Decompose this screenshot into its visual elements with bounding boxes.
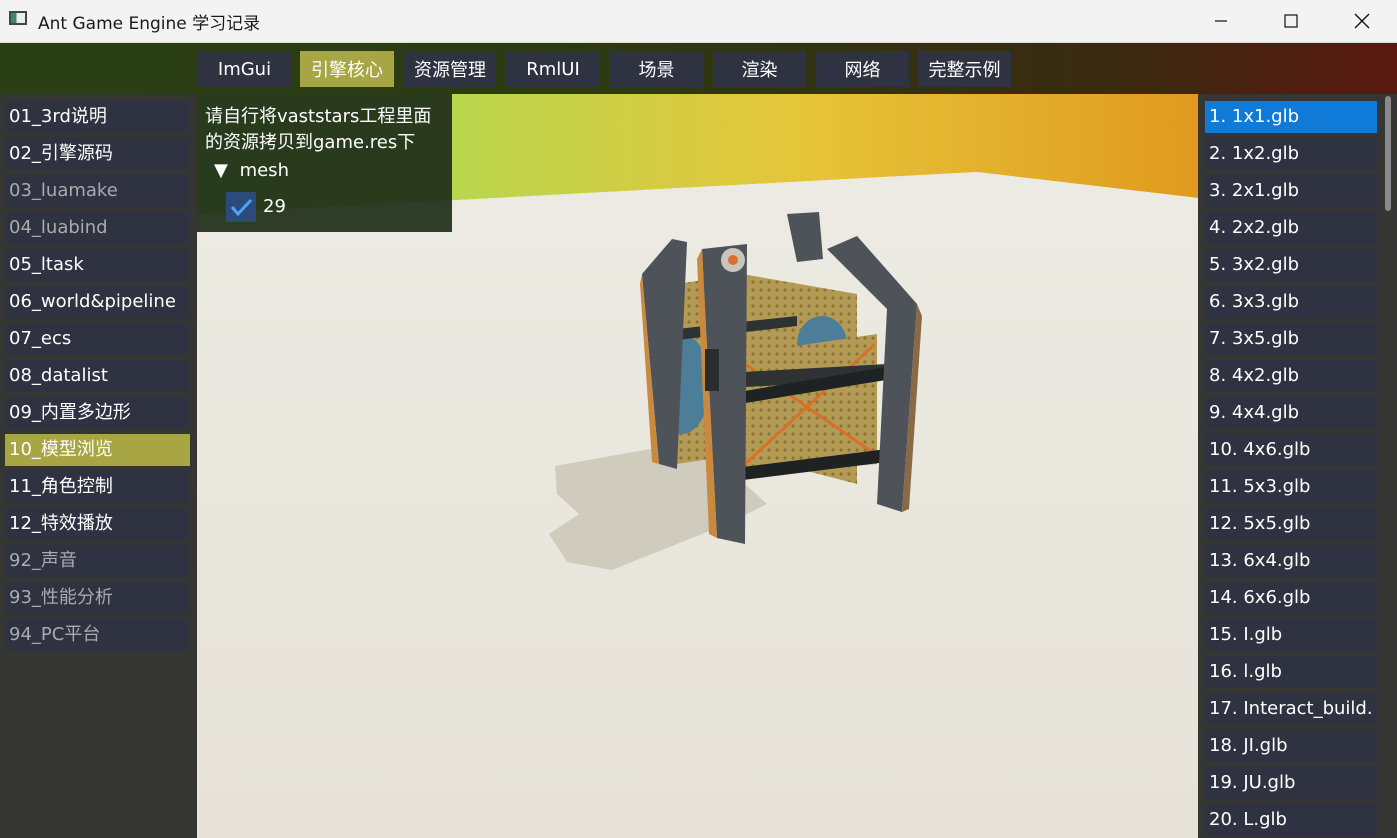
title-bar: Ant Game Engine 学习记录 (0, 0, 1397, 43)
model-item-4[interactable]: 4. 2x2.glb (1205, 212, 1377, 244)
tab-render[interactable]: 渲染 (713, 51, 806, 87)
mesh-tree-node[interactable]: ▼ mesh (214, 160, 289, 181)
tab-engine-core[interactable]: 引擎核心 (300, 51, 394, 87)
example-item-05[interactable]: 05_ltask (5, 249, 190, 281)
model-item-7[interactable]: 7. 3x5.glb (1205, 323, 1377, 355)
tab-scene[interactable]: 场景 (610, 51, 703, 87)
example-item-06[interactable]: 06_world&pipeline (5, 286, 190, 318)
model-item-10[interactable]: 10. 4x6.glb (1205, 434, 1377, 466)
checkmark-icon (230, 198, 253, 217)
example-item-93[interactable]: 93_性能分析 (5, 582, 190, 614)
maximize-icon (1284, 14, 1298, 28)
model-item-1[interactable]: 1. 1x1.glb (1205, 101, 1377, 133)
scrollbar-thumb[interactable] (1385, 96, 1391, 211)
model-item-16[interactable]: 16. l.glb (1205, 656, 1377, 688)
model-item-13[interactable]: 13. 6x4.glb (1205, 545, 1377, 577)
model-item-2[interactable]: 2. 1x2.glb (1205, 138, 1377, 170)
example-item-11[interactable]: 11_角色控制 (5, 471, 190, 503)
example-item-07[interactable]: 07_ecs (5, 323, 190, 355)
minimize-icon (1215, 20, 1227, 22)
example-item-01[interactable]: 01_3rd说明 (5, 101, 190, 133)
model-list-scrollbar[interactable] (1382, 96, 1394, 838)
example-item-92[interactable]: 92_声音 (5, 545, 190, 577)
example-item-94[interactable]: 94_PC平台 (5, 619, 190, 651)
tab-resource-management[interactable]: 资源管理 (404, 51, 496, 87)
example-item-03[interactable]: 03_luamake (5, 175, 190, 207)
model-item-12[interactable]: 12. 5x5.glb (1205, 508, 1377, 540)
tab-full-example[interactable]: 完整示例 (918, 51, 1011, 87)
resource-hint-text: 请自行将vaststars工程里面 的资源拷贝到game.res下 (205, 106, 432, 153)
model-item-9[interactable]: 9. 4x4.glb (1205, 397, 1377, 429)
model-item-11[interactable]: 11. 5x3.glb (1205, 471, 1377, 503)
tab-rmlui[interactable]: RmlUI (506, 51, 600, 87)
example-item-08[interactable]: 08_datalist (5, 360, 190, 392)
tab-network[interactable]: 网络 (816, 51, 909, 87)
mesh-checkbox-label: 29 (263, 196, 286, 217)
model-item-20[interactable]: 20. L.glb (1205, 804, 1377, 836)
model-item-3[interactable]: 3. 2x1.glb (1205, 175, 1377, 207)
model-list-panel: 1. 1x1.glb 2. 1x2.glb 3. 2x1.glb 4. 2x2.… (1198, 94, 1397, 838)
example-list-panel: 01_3rd说明 02_引擎源码 03_luamake 04_luabind 0… (0, 94, 197, 838)
resource-info-panel: 请自行将vaststars工程里面 的资源拷贝到game.res下 ▼ mesh… (197, 94, 452, 232)
model-item-15[interactable]: 15. I.glb (1205, 619, 1377, 651)
minimize-button[interactable] (1190, 0, 1252, 42)
app-icon (9, 11, 27, 25)
model-item-5[interactable]: 5. 3x2.glb (1205, 249, 1377, 281)
close-button[interactable] (1331, 0, 1393, 42)
example-item-04[interactable]: 04_luabind (5, 212, 190, 244)
tree-expand-arrow-icon[interactable]: ▼ (214, 160, 228, 181)
model-item-19[interactable]: 19. JU.glb (1205, 767, 1377, 799)
model-item-14[interactable]: 14. 6x6.glb (1205, 582, 1377, 614)
example-item-09[interactable]: 09_内置多边形 (5, 397, 190, 429)
example-item-12[interactable]: 12_特效播放 (5, 508, 190, 540)
category-tab-bar: ImGui 引擎核心 资源管理 RmlUI 场景 渲染 网络 完整示例 (0, 43, 1397, 94)
tree-node-label: mesh (239, 160, 289, 181)
maximize-button[interactable] (1260, 0, 1322, 42)
mesh-checkbox[interactable] (226, 192, 256, 222)
model-item-6[interactable]: 6. 3x3.glb (1205, 286, 1377, 318)
example-item-10[interactable]: 10_模型浏览 (5, 434, 190, 466)
model-item-8[interactable]: 8. 4x2.glb (1205, 360, 1377, 392)
model-item-17[interactable]: 17. Interact_build. (1205, 693, 1377, 725)
window-title: Ant Game Engine 学习记录 (38, 14, 261, 34)
model-item-18[interactable]: 18. JI.glb (1205, 730, 1377, 762)
close-icon (1354, 13, 1370, 29)
tab-imgui[interactable]: ImGui (198, 51, 291, 87)
example-item-02[interactable]: 02_引擎源码 (5, 138, 190, 170)
